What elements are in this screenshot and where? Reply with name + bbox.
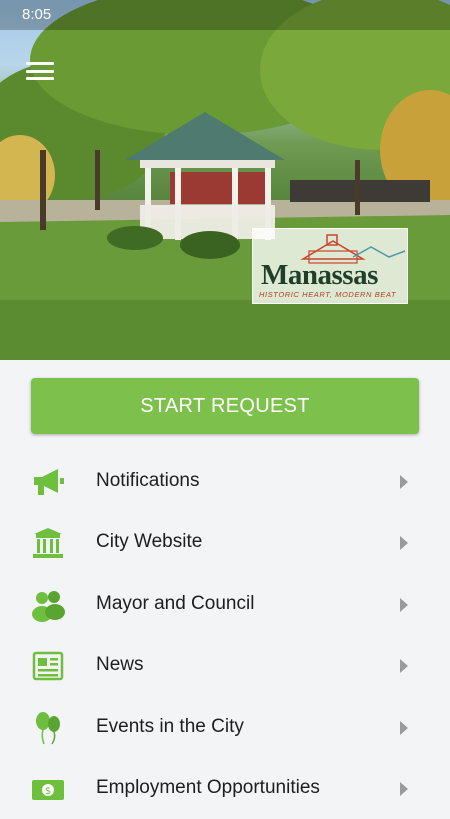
chevron-right-icon: [400, 781, 408, 796]
svg-text:$: $: [45, 786, 51, 797]
city-logo: Manassas HISTORIC HEART, MODERN BEAT: [252, 228, 408, 304]
menu-list: Notifications City Website Mayor and Cou…: [0, 451, 450, 819]
menu-item-label: Notifications: [96, 470, 200, 491]
menu-item-label: Mayor and Council: [96, 592, 255, 614]
chevron-right-icon: [400, 536, 408, 551]
menu-item-notifications[interactable]: Notifications: [0, 451, 450, 512]
megaphone-icon: [34, 469, 64, 495]
menu-item-label: News: [96, 654, 144, 676]
menu-icon[interactable]: [26, 62, 54, 80]
building-icon: [33, 528, 63, 559]
status-time: 8:05: [22, 6, 52, 23]
chevron-right-icon: [400, 659, 408, 674]
chevron-right-icon: [400, 475, 408, 489]
menu-item-label: Employment Opportunities: [96, 776, 320, 798]
chevron-right-icon: [400, 720, 408, 735]
menu-item-mayor-and-council[interactable]: Mayor and Council: [0, 574, 450, 635]
start-request-button[interactable]: START REQUEST: [31, 378, 419, 434]
logo-tagline: HISTORIC HEART, MODERN BEAT: [259, 290, 397, 299]
logo-wordmark: Manassas: [261, 259, 378, 291]
menu-item-label: Events in the City: [96, 715, 244, 737]
menu-item-label: City Website: [96, 531, 203, 553]
newspaper-icon: [32, 651, 64, 681]
menu-item-city-website[interactable]: City Website: [0, 512, 450, 573]
menu-item-employment[interactable]: $ Employment Opportunities: [0, 758, 450, 819]
hero-photo: [0, 0, 450, 360]
status-bar: 8:05: [0, 0, 450, 30]
menu-item-events[interactable]: Events in the City: [0, 697, 450, 758]
people-icon: [32, 590, 65, 622]
hero-image: 8:05 Manassas HISTORIC HEART, MODERN BEA…: [0, 0, 450, 360]
money-icon: $: [32, 779, 64, 800]
menu-item-news[interactable]: News: [0, 635, 450, 696]
chevron-right-icon: [400, 597, 408, 612]
balloons-icon: [36, 711, 60, 744]
